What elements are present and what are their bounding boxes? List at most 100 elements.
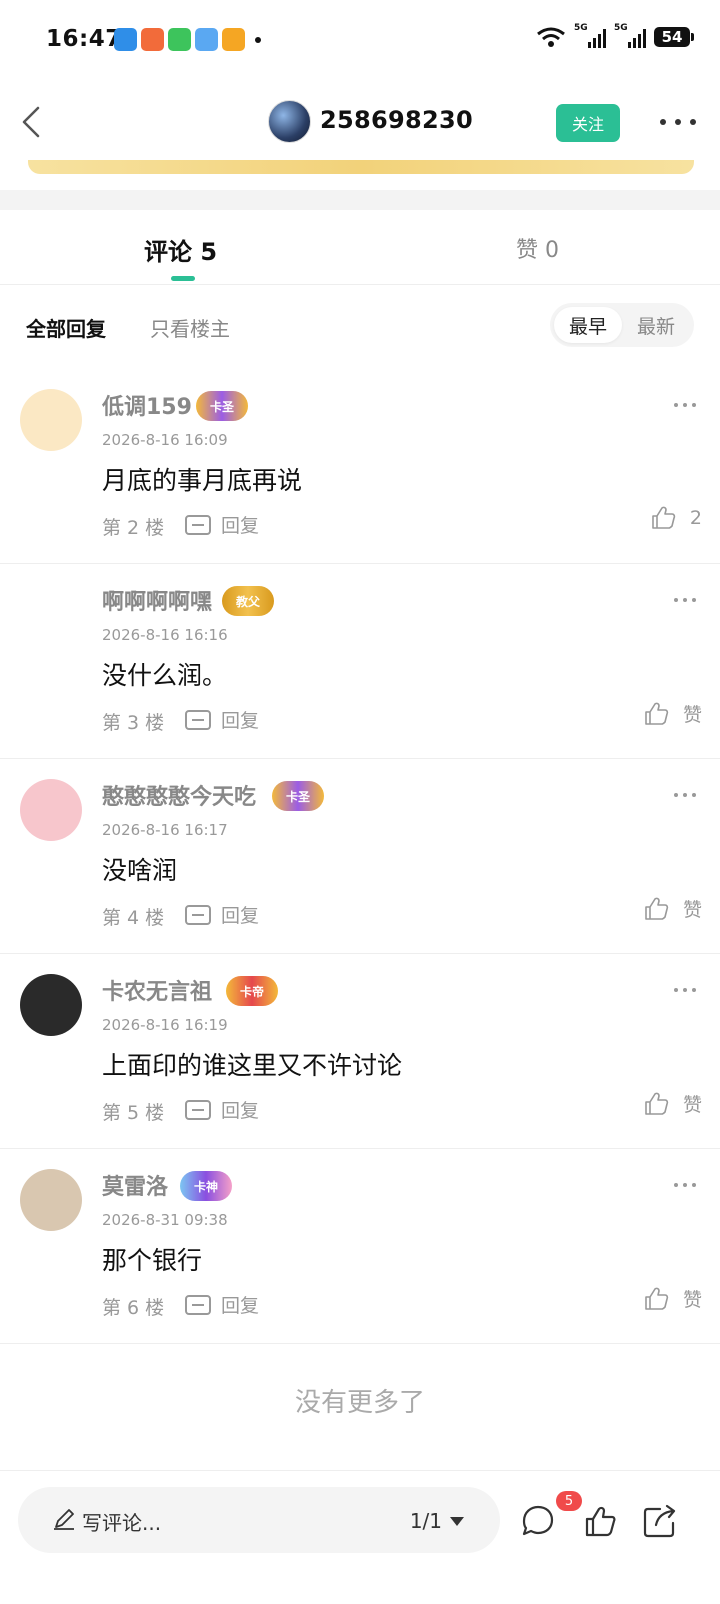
comment-more-button[interactable] bbox=[674, 598, 696, 604]
tab-likes[interactable]: 赞 0 bbox=[516, 232, 559, 264]
thumbs-up-icon bbox=[645, 1287, 669, 1310]
page-selector[interactable]: 1/1 bbox=[410, 1509, 464, 1533]
comment-author[interactable]: 卡农无言祖 bbox=[102, 974, 212, 1006]
back-button[interactable] bbox=[14, 102, 50, 142]
comment-item[interactable]: 莫雷洛 卡神 2026-8-31 09:38 那个银行第 6 楼 回复 赞 bbox=[0, 1145, 720, 1344]
comment-text: 没啥润 bbox=[102, 856, 178, 885]
like-icon[interactable] bbox=[580, 1501, 620, 1541]
reply-label: 回复 bbox=[221, 1100, 260, 1122]
comment-item[interactable]: 卡农无言祖 卡帝 2026-8-16 16:19 上面印的谁这里又不许讨论第 5 楼 回… bbox=[0, 950, 720, 1149]
comment-floor: 第 6 楼 bbox=[102, 1297, 165, 1319]
comment-more-button[interactable] bbox=[674, 988, 696, 994]
comment-author[interactable]: 莫雷洛 bbox=[102, 1169, 168, 1201]
comment-input[interactable]: 写评论... 1/1 bbox=[18, 1487, 500, 1553]
like-count: 2 bbox=[689, 507, 702, 529]
comment-time: 2026-8-16 16:16 bbox=[102, 626, 228, 644]
page-title: 258698230 bbox=[320, 106, 473, 134]
status-bar: 16:47 5G 5G 54 bbox=[0, 0, 720, 80]
reply-label: 回复 bbox=[221, 905, 260, 927]
share-icon[interactable] bbox=[640, 1501, 680, 1541]
user-rank-badge: 卡神 bbox=[180, 1171, 233, 1201]
app-notification-icon bbox=[141, 28, 164, 51]
avatar[interactable] bbox=[20, 584, 82, 646]
user-rank-badge: 卡圣 bbox=[196, 391, 249, 421]
comment-author[interactable]: 憨憨憨憨今天吃 bbox=[102, 779, 256, 811]
comment-input-placeholder: 写评论... bbox=[82, 1511, 162, 1535]
comment-item[interactable]: 低调159 卡圣 2026-8-16 16:09 月底的事月底再说第 2 楼 回复 2 bbox=[0, 365, 720, 564]
comment-author[interactable]: 低调159 bbox=[102, 389, 192, 421]
reply-button[interactable]: 回复 bbox=[185, 1096, 259, 1123]
header: 258698230 关注 bbox=[0, 82, 720, 162]
like-button[interactable]: 赞 bbox=[643, 1285, 702, 1312]
avatar[interactable] bbox=[20, 974, 82, 1036]
like-button[interactable]: 赞 bbox=[643, 700, 702, 727]
comment-item[interactable]: 啊啊啊啊嘿 教父 2026-8-16 16:16 没什么润。第 3 楼 回复 赞 bbox=[0, 560, 720, 759]
reply-icon bbox=[185, 904, 211, 925]
like-button[interactable]: 赞 bbox=[643, 1090, 702, 1117]
thumbs-up-icon bbox=[645, 702, 669, 725]
reply-button[interactable]: 回复 bbox=[185, 1291, 259, 1318]
comment-more-button[interactable] bbox=[674, 1183, 696, 1189]
wifi-icon bbox=[537, 27, 565, 47]
comment-text: 月底的事月底再说 bbox=[102, 466, 303, 495]
filter-all-replies[interactable]: 全部回复 bbox=[26, 313, 106, 342]
caret-down-icon bbox=[450, 1516, 464, 1526]
comment-author[interactable]: 啊啊啊啊嘿 bbox=[102, 584, 212, 616]
active-tab-indicator bbox=[171, 276, 195, 281]
app-notification-icon bbox=[114, 28, 137, 51]
reply-icon bbox=[185, 1294, 211, 1315]
reply-label: 回复 bbox=[221, 515, 260, 537]
comment-text: 那个银行 bbox=[102, 1246, 203, 1275]
filter-row: 全部回复 只看楼主 最早 最新 bbox=[0, 285, 720, 365]
more-notifications-dot bbox=[255, 36, 261, 43]
weather-app-icon bbox=[195, 28, 218, 51]
reply-button[interactable]: 回复 bbox=[185, 706, 259, 733]
reply-button[interactable]: 回复 bbox=[185, 511, 259, 538]
sort-latest[interactable]: 最新 bbox=[622, 307, 690, 343]
like-button[interactable]: 赞 bbox=[643, 895, 702, 922]
reply-label: 回复 bbox=[221, 1295, 260, 1317]
sort-earliest[interactable]: 最早 bbox=[554, 307, 622, 343]
banner-edge bbox=[28, 160, 694, 174]
like-count: 赞 bbox=[682, 1289, 702, 1311]
like-count: 赞 bbox=[682, 1094, 702, 1116]
like-button[interactable]: 2 bbox=[650, 505, 702, 531]
reply-icon bbox=[185, 709, 211, 730]
user-rank-badge: 卡圣 bbox=[272, 781, 325, 811]
comment-time: 2026-8-16 16:09 bbox=[102, 431, 228, 449]
signal-icon: 5G bbox=[574, 23, 606, 48]
follow-button[interactable]: 关注 bbox=[556, 104, 620, 142]
status-app-icons bbox=[114, 28, 261, 51]
status-time: 16:47 bbox=[46, 26, 122, 52]
comment-floor: 第 4 楼 bbox=[102, 907, 165, 929]
reply-label: 回复 bbox=[221, 710, 260, 732]
signal-icon: 5G bbox=[614, 23, 646, 48]
comment-more-button[interactable] bbox=[674, 403, 696, 409]
comment-floor: 第 2 楼 bbox=[102, 517, 165, 539]
reply-button[interactable]: 回复 bbox=[185, 901, 259, 928]
status-indicators: 5G 5G 54 bbox=[536, 23, 694, 48]
section-divider bbox=[0, 190, 720, 210]
avatar[interactable] bbox=[20, 1169, 82, 1231]
comment-icon[interactable] bbox=[518, 1501, 558, 1541]
like-count: 赞 bbox=[682, 704, 702, 726]
tab-bar: 评论 5 赞 0 bbox=[0, 210, 720, 285]
filter-owner-only[interactable]: 只看楼主 bbox=[150, 313, 230, 342]
video-app-icon bbox=[222, 28, 245, 51]
more-options-button[interactable] bbox=[660, 110, 696, 134]
phone-app-icon bbox=[168, 28, 191, 51]
comment-more-button[interactable] bbox=[674, 793, 696, 799]
sort-toggle: 最早 最新 bbox=[550, 303, 694, 347]
tab-comments[interactable]: 评论 5 bbox=[144, 232, 217, 267]
like-count: 赞 bbox=[682, 899, 702, 921]
comment-count-badge: 5 bbox=[556, 1491, 582, 1511]
comment-item[interactable]: 憨憨憨憨今天吃 卡圣 2026-8-16 16:17 没啥润第 4 楼 回复 赞 bbox=[0, 755, 720, 954]
comment-time: 2026-8-16 16:19 bbox=[102, 1016, 228, 1034]
comment-floor: 第 3 楼 bbox=[102, 712, 165, 734]
avatar[interactable] bbox=[20, 779, 82, 841]
avatar[interactable] bbox=[20, 389, 82, 451]
thumbs-up-icon bbox=[652, 506, 676, 529]
avatar[interactable] bbox=[268, 100, 311, 143]
reply-icon bbox=[185, 1099, 211, 1120]
comment-text: 没什么润。 bbox=[102, 661, 228, 690]
